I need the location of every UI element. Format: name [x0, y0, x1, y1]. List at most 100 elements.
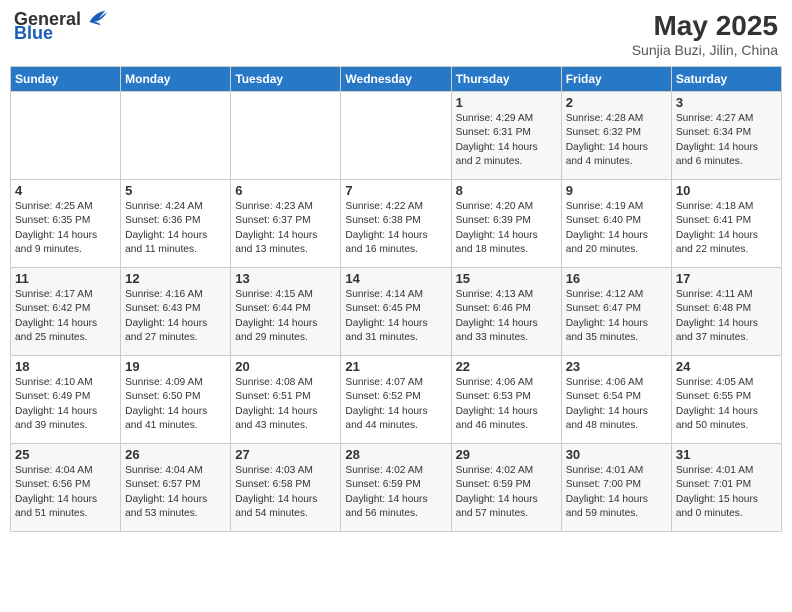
calendar-cell: 23 Sunrise: 4:06 AMSunset: 6:54 PMDayligh… — [561, 356, 671, 444]
day-number: 20 — [235, 359, 336, 374]
calendar-cell: 28 Sunrise: 4:02 AMSunset: 6:59 PMDayligh… — [341, 444, 451, 532]
day-number: 25 — [15, 447, 116, 462]
calendar-cell: 20 Sunrise: 4:08 AMSunset: 6:51 PMDayligh… — [231, 356, 341, 444]
header-thursday: Thursday — [451, 67, 561, 92]
day-number: 21 — [345, 359, 446, 374]
day-info: Sunrise: 4:06 AMSunset: 6:54 PMDaylight:… — [566, 376, 667, 433]
calendar-cell: 7 Sunrise: 4:22 AMSunset: 6:38 PMDaylight… — [341, 180, 451, 268]
calendar-cell: 21 Sunrise: 4:07 AMSunset: 6:52 PMDayligh… — [341, 356, 451, 444]
week-row-4: 18Sunrise: 4:10 AMSunset: 6:49 PMDayligh… — [11, 356, 782, 444]
header-friday: Friday — [561, 67, 671, 92]
day-info: Sunrise: 4:14 AMSunset: 6:45 PMDaylight:… — [345, 288, 446, 345]
calendar-cell: 16 Sunrise: 4:12 AMSunset: 6:47 PMDayligh… — [561, 268, 671, 356]
day-number: 29 — [456, 447, 557, 462]
day-info: Sunrise: 4:06 AMSunset: 6:53 PMDaylight:… — [456, 376, 557, 433]
week-row-3: 11Sunrise: 4:17 AMSunset: 6:42 PMDayligh… — [11, 268, 782, 356]
day-number: 1 — [456, 95, 557, 110]
header-monday: Monday — [121, 67, 231, 92]
logo-text: General Blue — [14, 10, 107, 44]
calendar-cell: 3 Sunrise: 4:27 AMSunset: 6:34 PMDaylight… — [671, 92, 781, 180]
day-info: Sunrise: 4:15 AMSunset: 6:44 PMDaylight:… — [235, 288, 336, 345]
day-number: 12 — [125, 271, 226, 286]
day-number: 13 — [235, 271, 336, 286]
day-number: 3 — [676, 95, 777, 110]
day-number: 18 — [15, 359, 116, 374]
day-number: 15 — [456, 271, 557, 286]
day-number: 2 — [566, 95, 667, 110]
calendar-cell: 9Sunrise: 4:19 AMSunset: 6:40 PMDaylight… — [561, 180, 671, 268]
day-info: Sunrise: 4:08 AMSunset: 6:51 PMDaylight:… — [235, 376, 336, 433]
day-info: Sunrise: 4:02 AMSunset: 6:59 PMDaylight:… — [345, 464, 446, 521]
calendar-cell: 11Sunrise: 4:17 AMSunset: 6:42 PMDayligh… — [11, 268, 121, 356]
day-number: 6 — [235, 183, 336, 198]
week-row-5: 25Sunrise: 4:04 AMSunset: 6:56 PMDayligh… — [11, 444, 782, 532]
calendar-cell: 17 Sunrise: 4:11 AMSunset: 6:48 PMDayligh… — [671, 268, 781, 356]
day-info: Sunrise: 4:22 AMSunset: 6:38 PMDaylight:… — [345, 200, 446, 257]
day-number: 28 — [345, 447, 446, 462]
calendar-cell: 31 Sunrise: 4:01 AMSunset: 7:01 PMDayligh… — [671, 444, 781, 532]
day-info: Sunrise: 4:01 AMSunset: 7:00 PMDaylight:… — [566, 464, 667, 521]
calendar-cell: 5 Sunrise: 4:24 AMSunset: 6:36 PMDaylight… — [121, 180, 231, 268]
week-row-1: 1 Sunrise: 4:29 AMSunset: 6:31 PMDaylight… — [11, 92, 782, 180]
calendar-cell: 13 Sunrise: 4:15 AMSunset: 6:44 PMDayligh… — [231, 268, 341, 356]
calendar-title: May 2025 — [632, 10, 778, 42]
day-info: Sunrise: 4:18 AMSunset: 6:41 PMDaylight:… — [676, 200, 777, 257]
day-info: Sunrise: 4:29 AMSunset: 6:31 PMDaylight:… — [456, 112, 557, 169]
day-info: Sunrise: 4:11 AMSunset: 6:48 PMDaylight:… — [676, 288, 777, 345]
header-saturday: Saturday — [671, 67, 781, 92]
calendar-cell: 10 Sunrise: 4:18 AMSunset: 6:41 PMDayligh… — [671, 180, 781, 268]
calendar-header-row: SundayMondayTuesdayWednesdayThursdayFrid… — [11, 67, 782, 92]
calendar-cell: 25Sunrise: 4:04 AMSunset: 6:56 PMDayligh… — [11, 444, 121, 532]
day-info: Sunrise: 4:16 AMSunset: 6:43 PMDaylight:… — [125, 288, 226, 345]
calendar-cell: 27Sunrise: 4:03 AMSunset: 6:58 PMDayligh… — [231, 444, 341, 532]
calendar-cell — [231, 92, 341, 180]
day-info: Sunrise: 4:27 AMSunset: 6:34 PMDaylight:… — [676, 112, 777, 169]
day-number: 4 — [15, 183, 116, 198]
calendar-cell: 22Sunrise: 4:06 AMSunset: 6:53 PMDayligh… — [451, 356, 561, 444]
day-info: Sunrise: 4:28 AMSunset: 6:32 PMDaylight:… — [566, 112, 667, 169]
day-info: Sunrise: 4:24 AMSunset: 6:36 PMDaylight:… — [125, 200, 226, 257]
week-row-2: 4 Sunrise: 4:25 AMSunset: 6:35 PMDaylight… — [11, 180, 782, 268]
day-number: 30 — [566, 447, 667, 462]
day-info: Sunrise: 4:05 AMSunset: 6:55 PMDaylight:… — [676, 376, 777, 433]
calendar-cell: 12 Sunrise: 4:16 AMSunset: 6:43 PMDayligh… — [121, 268, 231, 356]
day-info: Sunrise: 4:20 AMSunset: 6:39 PMDaylight:… — [456, 200, 557, 257]
day-info: Sunrise: 4:04 AMSunset: 6:57 PMDaylight:… — [125, 464, 226, 521]
day-number: 5 — [125, 183, 226, 198]
day-number: 16 — [566, 271, 667, 286]
day-number: 10 — [676, 183, 777, 198]
day-number: 9 — [566, 183, 667, 198]
logo: General Blue — [14, 10, 107, 44]
calendar-cell: 18Sunrise: 4:10 AMSunset: 6:49 PMDayligh… — [11, 356, 121, 444]
day-number: 26 — [125, 447, 226, 462]
calendar-cell: 8 Sunrise: 4:20 AMSunset: 6:39 PMDaylight… — [451, 180, 561, 268]
day-number: 23 — [566, 359, 667, 374]
calendar-cell — [121, 92, 231, 180]
day-info: Sunrise: 4:01 AMSunset: 7:01 PMDaylight:… — [676, 464, 777, 521]
calendar-cell: 26 Sunrise: 4:04 AMSunset: 6:57 PMDayligh… — [121, 444, 231, 532]
calendar-cell — [11, 92, 121, 180]
calendar-cell: 2 Sunrise: 4:28 AMSunset: 6:32 PMDaylight… — [561, 92, 671, 180]
day-number: 27 — [235, 447, 336, 462]
day-number: 14 — [345, 271, 446, 286]
day-number: 8 — [456, 183, 557, 198]
day-number: 17 — [676, 271, 777, 286]
calendar-cell: 30 Sunrise: 4:01 AMSunset: 7:00 PMDayligh… — [561, 444, 671, 532]
calendar-cell: 4 Sunrise: 4:25 AMSunset: 6:35 PMDaylight… — [11, 180, 121, 268]
day-number: 11 — [15, 271, 116, 286]
day-info: Sunrise: 4:07 AMSunset: 6:52 PMDaylight:… — [345, 376, 446, 433]
day-number: 31 — [676, 447, 777, 462]
day-info: Sunrise: 4:12 AMSunset: 6:47 PMDaylight:… — [566, 288, 667, 345]
day-info: Sunrise: 4:13 AMSunset: 6:46 PMDaylight:… — [456, 288, 557, 345]
calendar-table: SundayMondayTuesdayWednesdayThursdayFrid… — [10, 66, 782, 532]
calendar-cell: 24Sunrise: 4:05 AMSunset: 6:55 PMDayligh… — [671, 356, 781, 444]
header-wednesday: Wednesday — [341, 67, 451, 92]
calendar-cell: 15 Sunrise: 4:13 AMSunset: 6:46 PMDayligh… — [451, 268, 561, 356]
logo-blue-text: Blue — [14, 24, 107, 44]
day-number: 7 — [345, 183, 446, 198]
header-tuesday: Tuesday — [231, 67, 341, 92]
calendar-cell: 29Sunrise: 4:02 AMSunset: 6:59 PMDayligh… — [451, 444, 561, 532]
day-number: 19 — [125, 359, 226, 374]
day-info: Sunrise: 4:25 AMSunset: 6:35 PMDaylight:… — [15, 200, 116, 257]
header-sunday: Sunday — [11, 67, 121, 92]
